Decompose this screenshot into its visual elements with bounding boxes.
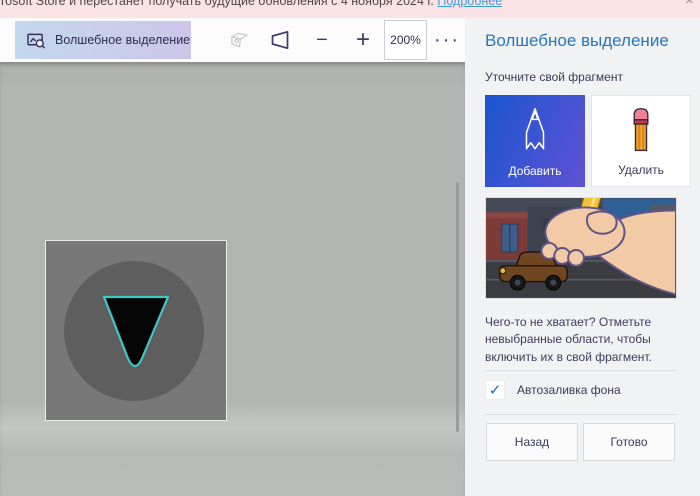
remove-button[interactable]: Удалить bbox=[591, 95, 691, 187]
perspective-crop-button[interactable] bbox=[266, 26, 294, 54]
paint3d-window: rosoft Store и перестанет получать будущ… bbox=[0, 0, 700, 496]
panel-footer: Назад Готово bbox=[486, 423, 675, 461]
eraser-icon bbox=[624, 96, 658, 163]
zoom-out-button[interactable]: − bbox=[308, 26, 336, 54]
perspective-crop-icon bbox=[268, 28, 292, 52]
magic-select-panel: Волшебное выделение Уточните свой фрагме… bbox=[465, 18, 700, 496]
refine-mode-toggle: Добавить Удалить bbox=[485, 95, 691, 187]
artwork-graphic bbox=[46, 241, 226, 420]
back-button[interactable]: Назад bbox=[486, 423, 578, 461]
tab-label: Волшебное выделение bbox=[55, 33, 190, 47]
autofill-checkbox[interactable]: ✓ bbox=[485, 380, 505, 400]
add-button[interactable]: Добавить bbox=[485, 95, 585, 187]
autofill-row[interactable]: ✓ Автозаливка фона bbox=[485, 380, 621, 400]
3d-view-icon bbox=[229, 31, 250, 49]
magic-select-tab[interactable]: Волшебное выделение bbox=[15, 21, 191, 59]
zoom-level-field[interactable]: 200% bbox=[384, 20, 427, 60]
autofill-label: Автозаливка фона bbox=[517, 383, 621, 397]
banner-text: rosoft Store и перестанет получать будущ… bbox=[1, 0, 437, 8]
close-icon[interactable]: ✕ bbox=[685, 0, 694, 7]
divider bbox=[485, 414, 677, 415]
3d-view-button bbox=[225, 26, 253, 54]
checkmark-icon: ✓ bbox=[489, 383, 502, 398]
hint-text: Чего-то не хватает? Отметьте невыбранные… bbox=[485, 314, 677, 366]
pencil-icon bbox=[518, 95, 552, 164]
add-label: Добавить bbox=[508, 164, 561, 178]
refine-subtitle: Уточните свой фрагмент bbox=[485, 70, 623, 84]
minus-icon: − bbox=[316, 30, 328, 50]
zoom-in-button[interactable]: + bbox=[349, 26, 377, 54]
divider bbox=[485, 370, 677, 371]
illustration-graphic bbox=[486, 198, 676, 298]
panel-title: Волшебное выделение bbox=[485, 31, 669, 51]
edited-image[interactable] bbox=[45, 240, 227, 421]
banner-text-row: rosoft Store и перестанет получать будущ… bbox=[1, 0, 502, 8]
canvas-scrollbar[interactable] bbox=[456, 182, 459, 432]
magic-select-icon bbox=[27, 32, 46, 49]
zoom-level-value: 200% bbox=[390, 33, 421, 47]
plus-icon: + bbox=[356, 28, 370, 52]
canvas-area[interactable] bbox=[0, 62, 465, 496]
toolbar: Волшебное выделение − + 200% bbox=[0, 18, 465, 62]
delete-label: Удалить bbox=[618, 163, 664, 177]
tutorial-illustration bbox=[485, 197, 677, 299]
learn-more-link[interactable]: Подробнее bbox=[437, 0, 502, 8]
done-button[interactable]: Готово bbox=[583, 423, 675, 461]
more-options-button[interactable]: ··· bbox=[433, 26, 461, 54]
deprecation-banner: rosoft Store и перестанет получать будущ… bbox=[0, 0, 700, 18]
